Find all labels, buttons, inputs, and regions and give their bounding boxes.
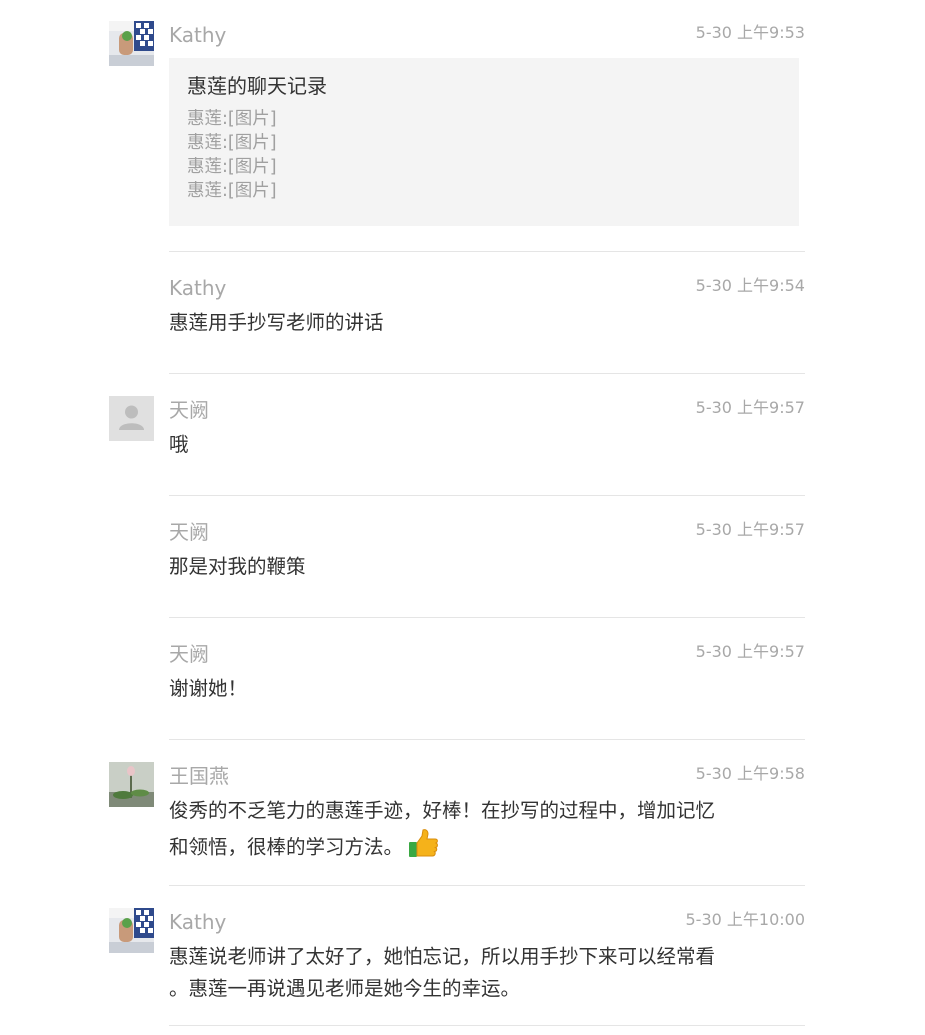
kathy-avatar-image — [109, 21, 154, 66]
sender-name: 天阙 — [169, 642, 209, 666]
avatar-kathy[interactable] — [109, 21, 154, 66]
message-timestamp: 5-30 上午9:54 — [695, 276, 805, 295]
message-divider — [169, 373, 805, 374]
message-divider — [169, 885, 805, 886]
message-divider — [169, 617, 805, 618]
chat-record-title: 惠莲的聊天记录 — [187, 74, 327, 98]
message-text-line: 和领悟，很棒的学习方法。 — [169, 835, 404, 859]
sender-name: Kathy — [169, 276, 227, 300]
avatar-kathy[interactable] — [109, 908, 154, 953]
chat-record-preview: 惠莲:[图片] 惠莲:[图片] 惠莲:[图片] 惠莲:[图片] — [187, 107, 277, 203]
message-timestamp: 5-30 上午9:57 — [695, 520, 805, 539]
message-text: 哦 — [169, 433, 189, 456]
chat-record-line: 惠莲:[图片] — [187, 133, 277, 153]
sender-name: 天阙 — [169, 398, 209, 422]
message-timestamp: 5-30 上午9:57 — [695, 398, 805, 417]
message-item: Kathy 5-30 上午10:00 惠莲说老师讲了太好了，她怕忘记，所以用手抄… — [0, 907, 925, 1031]
sender-name: 王国燕 — [169, 764, 229, 788]
message-text-line: 。惠莲一再说遇见老师是她今生的幸运。 — [169, 977, 521, 1000]
sender-name: Kathy — [169, 910, 227, 934]
message-item: Kathy 5-30 上午9:53 惠莲的聊天记录 惠莲:[图片] 惠莲:[图片… — [0, 20, 925, 252]
message-item: 天阙 5-30 上午9:57 那是对我的鞭策 — [0, 517, 925, 619]
avatar-tianque[interactable] — [109, 396, 154, 441]
message-divider — [169, 739, 805, 740]
message-divider — [169, 495, 805, 496]
sender-name: Kathy — [169, 23, 227, 47]
message-timestamp: 5-30 上午9:57 — [695, 642, 805, 661]
message-timestamp: 5-30 上午9:53 — [695, 23, 805, 42]
avatar-wangguoyan[interactable] — [109, 762, 154, 807]
message-timestamp: 5-30 上午10:00 — [685, 910, 805, 929]
default-avatar-icon — [109, 396, 154, 441]
message-item: 王国燕 5-30 上午9:58 俊秀的不乏笔力的惠莲手迹，好棒！在抄写的过程中，… — [0, 761, 925, 887]
message-item: Kathy 5-30 上午9:54 惠莲用手抄写老师的讲话 — [0, 273, 925, 375]
message-text: 惠莲用手抄写老师的讲话 — [169, 311, 384, 334]
message-text: 那是对我的鞭策 — [169, 555, 306, 578]
message-timestamp: 5-30 上午9:58 — [695, 764, 805, 783]
message-text-line-2: 和领悟，很棒的学习方法。 — [169, 827, 769, 869]
message-item: 天阙 5-30 上午9:57 谢谢她！ — [0, 639, 925, 741]
message-text: 谢谢她！ — [169, 677, 248, 700]
message-text: 俊秀的不乏笔力的惠莲手迹，好棒！在抄写的过程中，增加记忆 和领悟，很棒的学习方法… — [169, 795, 769, 869]
message-item: 天阙 5-30 上午9:57 哦 — [0, 395, 925, 497]
message-divider — [169, 251, 805, 252]
chat-record-card[interactable]: 惠莲的聊天记录 惠莲:[图片] 惠莲:[图片] 惠莲:[图片] 惠莲:[图片] — [169, 58, 799, 226]
kathy-avatar-image — [109, 908, 154, 953]
message-divider — [169, 1025, 805, 1026]
lotus-avatar-image — [109, 762, 154, 807]
sender-name: 天阙 — [169, 520, 209, 544]
message-text: 惠莲说老师讲了太好了，她怕忘记，所以用手抄下来可以经常看 。惠莲一再说遇见老师是… — [169, 941, 769, 1005]
chat-record-line: 惠莲:[图片] — [187, 181, 277, 201]
chat-record-line: 惠莲:[图片] — [187, 109, 277, 129]
chat-record-line: 惠莲:[图片] — [187, 157, 277, 177]
thumbs-up-icon — [407, 827, 439, 869]
message-text-line: 俊秀的不乏笔力的惠莲手迹，好棒！在抄写的过程中，增加记忆 — [169, 799, 716, 822]
message-text-line: 惠莲说老师讲了太好了，她怕忘记，所以用手抄下来可以经常看 — [169, 945, 716, 968]
